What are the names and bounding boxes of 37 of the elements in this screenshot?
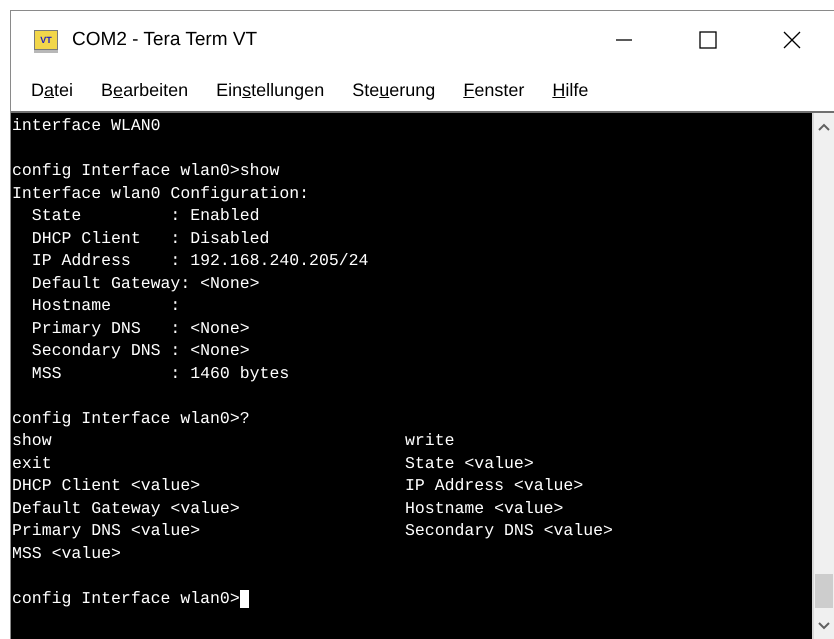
menu-item[interactable]: Bearbeiten <box>91 80 198 100</box>
terminal-line: Default Gateway: <None> <box>30 272 260 294</box>
window-title: COM2 - Tera Term VT <box>72 29 258 51</box>
terminal-line: IP Address <value> <box>405 475 584 497</box>
terminal-line: State <value> <box>405 452 534 474</box>
app-icon: VT <box>34 30 58 50</box>
terminal-line: Interface wlan0 Configuration: <box>12 182 310 204</box>
scrollbar-thumb[interactable] <box>815 574 833 608</box>
terminal-line: IP Address : 192.168.240.205/24 <box>30 250 368 272</box>
terminal-line: exit <box>12 452 52 474</box>
terminal-line: config Interface wlan0>? <box>12 408 250 430</box>
terminal-line: write <box>405 430 455 452</box>
terminal-line: config Interface wlan0> <box>12 588 240 610</box>
terminal-line: Primary DNS <value> <box>12 520 200 542</box>
menu-item[interactable]: Datei <box>21 80 84 100</box>
terminal-line: Secondary DNS : <None> <box>30 340 250 362</box>
terminal-line: State : Enabled <box>30 205 260 227</box>
menu-item[interactable]: Steuerung <box>342 80 446 100</box>
scroll-up-icon[interactable] <box>818 123 830 131</box>
terminal-line: Primary DNS : <None> <box>30 318 250 340</box>
terminal-line: MSS <value> <box>12 542 121 564</box>
terminal-line: DHCP Client : Disabled <box>30 228 270 250</box>
terminal-line: show <box>12 430 52 452</box>
terminal-line: DHCP Client <value> <box>12 475 200 497</box>
scroll-down-icon[interactable] <box>818 622 830 630</box>
terminal-line: config Interface wlan0>show <box>12 160 280 182</box>
terminal-line: Hostname <value> <box>405 498 564 520</box>
menu-item[interactable]: Hilfe <box>542 80 598 100</box>
terminal-line: Default Gateway <value> <box>12 498 240 520</box>
terminal-line: Hostname : <box>30 295 180 317</box>
terminal-line: interface WLAN0 <box>12 115 161 137</box>
terminal-line: Secondary DNS <value> <box>405 520 613 542</box>
maximize-icon[interactable] <box>699 31 717 49</box>
menu-item[interactable]: Einstellungen <box>206 80 334 100</box>
terminal-line: MSS : 1460 bytes <box>30 362 290 384</box>
close-icon[interactable] <box>783 31 801 49</box>
menu-item[interactable]: Fenster <box>453 80 534 100</box>
